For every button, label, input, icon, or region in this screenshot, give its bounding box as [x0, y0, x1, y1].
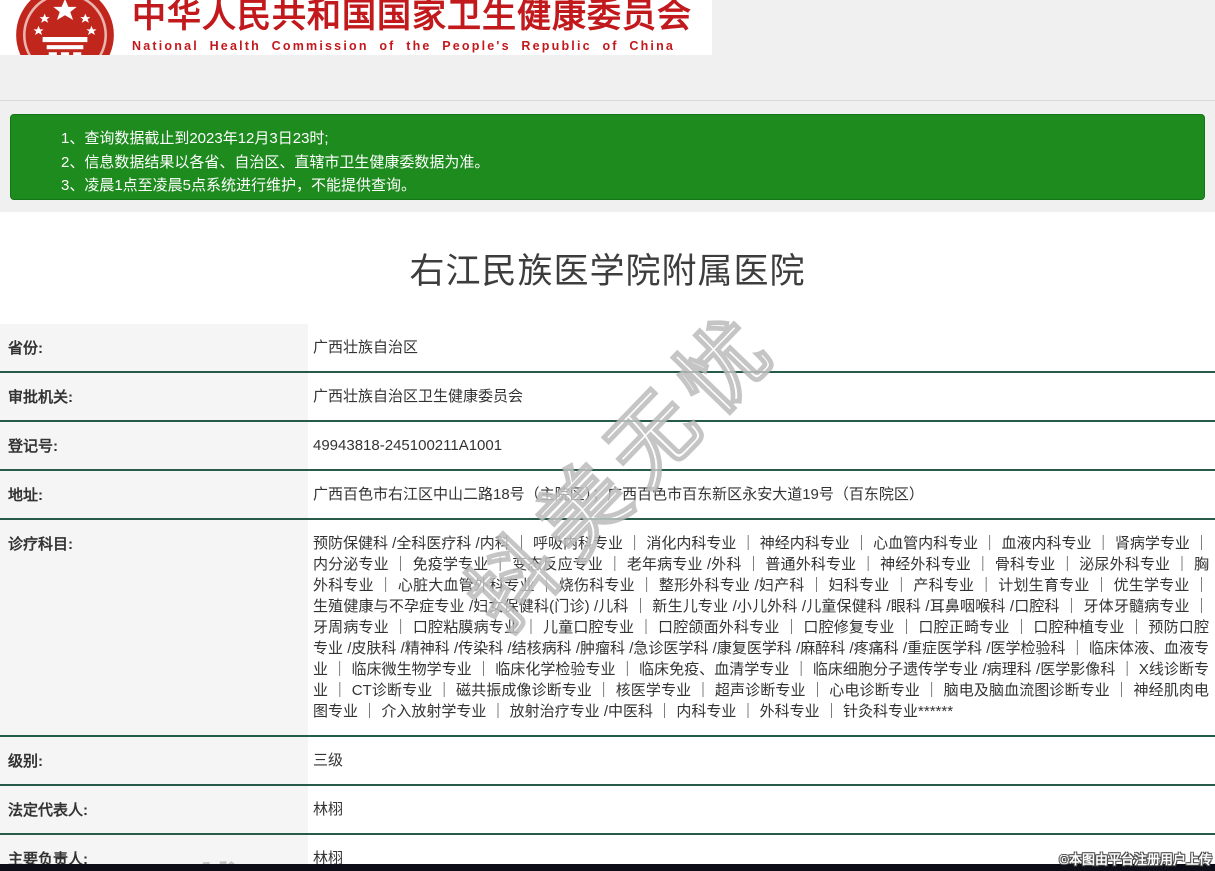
- notice-line-2: 2、信息数据结果以各省、自治区、直辖市卫生健康委数据为准。: [61, 151, 1184, 175]
- table-row: 地址:广西百色市右江区中山二路18号（主院区）；广西百色市百东新区永安大道19号…: [0, 470, 1215, 519]
- row-label: 诊疗科目:: [0, 519, 308, 736]
- national-emblem-icon: [8, 0, 122, 55]
- row-value: 49943818-245100211A1001: [308, 421, 1215, 470]
- row-label: 级别:: [0, 736, 308, 785]
- notice-line-1: 1、查询数据截止到2023年12月3日23时;: [61, 127, 1184, 151]
- header-divider: [0, 100, 1215, 101]
- notice-line-3: 3、凌晨1点至凌晨5点系统进行维护，不能提供查询。: [61, 174, 1184, 198]
- row-value: 三级: [308, 736, 1215, 785]
- photo-credit: ©本图由平台注册用户上传: [1059, 849, 1212, 868]
- site-brand[interactable]: 中华人民共和国国家卫生健康委员会 National Health Commiss…: [8, 0, 692, 55]
- table-row: 登记号:49943818-245100211A1001: [0, 421, 1215, 470]
- row-label: 省份:: [0, 324, 308, 372]
- page: 中华人民共和国国家卫生健康委员会 National Health Commiss…: [0, 0, 1215, 871]
- row-label: 登记号:: [0, 421, 308, 470]
- bottom-bar: [0, 864, 1215, 871]
- row-label: 法定代表人:: [0, 785, 308, 834]
- table-row: 审批机关:广西壮族自治区卫生健康委员会: [0, 372, 1215, 421]
- notice-banner: 1、查询数据截止到2023年12月3日23时; 2、信息数据结果以各省、自治区、…: [10, 114, 1205, 200]
- table-row: 法定代表人:林栩: [0, 785, 1215, 834]
- brand-text: 中华人民共和国国家卫生健康委员会 National Health Commiss…: [132, 0, 692, 53]
- row-value: 林栩: [308, 785, 1215, 834]
- table-row: 省份:广西壮族自治区: [0, 324, 1215, 372]
- row-label: 审批机关:: [0, 372, 308, 421]
- details-table: 省份:广西壮族自治区审批机关:广西壮族自治区卫生健康委员会登记号:4994381…: [0, 324, 1215, 871]
- table-row: 级别:三级: [0, 736, 1215, 785]
- row-value: 广西壮族自治区: [308, 324, 1215, 372]
- row-value: 预防保健科 /全科医疗科 /内科 ｜ 呼吸内科专业 ｜ 消化内科专业 ｜ 神经内…: [308, 519, 1215, 736]
- details-table-body: 省份:广西壮族自治区审批机关:广西壮族自治区卫生健康委员会登记号:4994381…: [0, 324, 1215, 871]
- row-label: 地址:: [0, 470, 308, 519]
- org-name-zh: 中华人民共和国国家卫生健康委员会: [132, 0, 692, 37]
- row-value: 广西百色市右江区中山二路18号（主院区）；广西百色市百东新区永安大道19号（百东…: [308, 470, 1215, 519]
- row-value: 广西壮族自治区卫生健康委员会: [308, 372, 1215, 421]
- table-row: 诊疗科目:预防保健科 /全科医疗科 /内科 ｜ 呼吸内科专业 ｜ 消化内科专业 …: [0, 519, 1215, 736]
- site-header: 中华人民共和国国家卫生健康委员会 National Health Commiss…: [0, 0, 712, 55]
- hospital-title: 右江民族医学院附属医院: [0, 243, 1215, 294]
- org-name-en: National Health Commission of the People…: [132, 39, 692, 53]
